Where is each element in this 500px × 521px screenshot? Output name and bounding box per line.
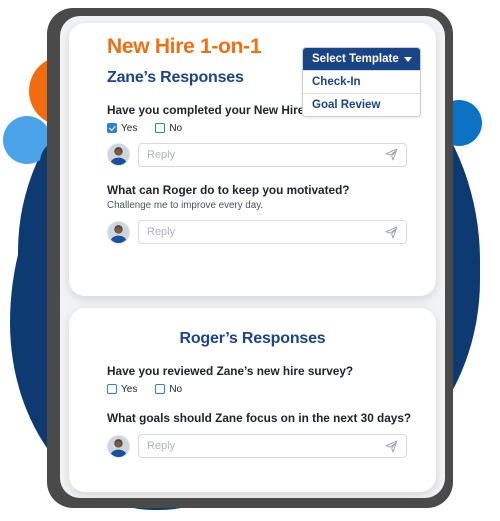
question-text: Have you reviewed Zane’s new hire survey… — [107, 364, 354, 378]
reply-row: Reply — [107, 434, 407, 459]
choice-label-yes: Yes — [121, 383, 138, 395]
choice-no[interactable]: No — [155, 384, 182, 395]
reply-placeholder: Reply — [147, 440, 176, 453]
reply-placeholder: Reply — [147, 148, 176, 161]
checkbox-no-icon[interactable] — [155, 384, 166, 395]
question-block: Have you reviewed Zane’s new hire survey… — [107, 364, 407, 395]
light-blue-circle-decoration — [3, 116, 51, 164]
card-header: New Hire 1-on-1 Select Template Check-In… — [69, 23, 436, 117]
template-option-check-in[interactable]: Check-In — [303, 70, 420, 93]
question-block: What goals should Zane focus on in the n… — [107, 411, 427, 459]
choice-label-no: No — [169, 383, 183, 395]
template-dropdown-selected-label: Select Template — [312, 53, 399, 65]
zane-responses-card: New Hire 1-on-1 Select Template Check-In… — [69, 23, 436, 296]
app-screen: New Hire 1-on-1 Select Template Check-In… — [60, 16, 445, 498]
screenshot-stage: New Hire 1-on-1 Select Template Check-In… — [0, 0, 500, 521]
user-avatar-photo — [107, 143, 130, 167]
reply-input[interactable]: Reply — [138, 142, 407, 167]
cards-container: New Hire 1-on-1 Select Template Check-In… — [60, 16, 445, 498]
user-avatar-photo — [107, 434, 130, 458]
reply-row: Reply — [107, 142, 407, 167]
user-avatar-photo — [107, 220, 130, 244]
reply-row: Reply — [107, 220, 407, 245]
chevron-down-icon — [404, 56, 412, 62]
choice-label-yes: Yes — [121, 122, 138, 134]
question-block: What can Roger do to keep you motivated?… — [107, 183, 407, 245]
question-answer-text: Challenge me to improve every day. — [107, 200, 264, 212]
template-option-goal-review[interactable]: Goal Review — [303, 93, 420, 116]
question-text: What goals should Zane focus on in the n… — [107, 410, 412, 425]
template-dropdown[interactable]: Select Template Check-In Goal Review — [302, 47, 421, 117]
choice-yes[interactable]: Yes — [107, 384, 137, 395]
checkbox-yes-icon[interactable] — [107, 384, 117, 395]
send-paper-plane-icon[interactable] — [385, 148, 398, 161]
reply-placeholder: Reply — [147, 226, 176, 239]
send-paper-plane-icon[interactable] — [385, 440, 398, 453]
question-text: What can Roger do to keep you motivated? — [107, 182, 350, 197]
reply-input[interactable]: Reply — [138, 220, 407, 245]
template-dropdown-toggle[interactable]: Select Template — [303, 48, 420, 70]
roger-responses-card: Roger’s Responses Have you reviewed Zane… — [69, 308, 436, 492]
choice-label-no: No — [169, 122, 183, 134]
checkbox-yes-checked-icon[interactable] — [107, 123, 117, 134]
page-title: New Hire 1-on-1 — [107, 35, 262, 58]
choice-yes[interactable]: Yes — [107, 123, 137, 134]
checkbox-no-icon[interactable] — [155, 123, 166, 134]
send-paper-plane-icon[interactable] — [385, 226, 398, 239]
choice-group: Yes No — [107, 384, 407, 395]
choice-group: Yes No — [107, 123, 407, 134]
choice-no[interactable]: No — [155, 123, 182, 134]
section-heading-roger: Roger’s Responses — [179, 330, 326, 347]
reply-input[interactable]: Reply — [138, 434, 407, 459]
